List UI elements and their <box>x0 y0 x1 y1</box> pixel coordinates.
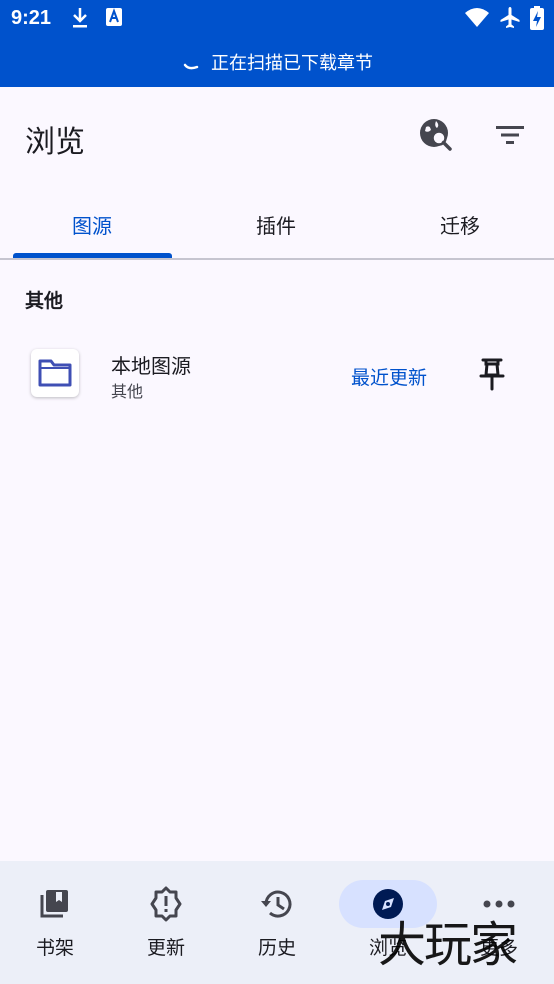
download-icon <box>70 6 90 34</box>
tab-row: 图源 插件 迁移 <box>0 190 554 260</box>
airplane-mode-icon <box>498 6 522 34</box>
tab-sources[interactable]: 图源 <box>0 190 184 258</box>
section-header: 其他 <box>25 290 64 312</box>
source-language: 其他 <box>111 382 144 401</box>
status-bar: 9:21 <box>0 0 554 37</box>
battery-charging-icon <box>530 6 544 34</box>
source-icon <box>31 349 79 397</box>
app-notification-icon <box>105 6 123 32</box>
library-icon <box>29 881 81 927</box>
updates-alert-icon <box>140 881 192 927</box>
tab-migrate[interactable]: 迁移 <box>368 190 552 258</box>
nav-library[interactable]: 书架 <box>0 861 110 984</box>
travel-explore-icon <box>420 119 452 151</box>
pin-icon <box>479 358 505 391</box>
status-time: 9:21 <box>11 7 52 29</box>
nav-label-updates: 更新 <box>146 937 185 959</box>
filter-list-icon <box>496 126 524 144</box>
folder-icon <box>38 359 72 387</box>
history-icon <box>251 881 303 927</box>
loading-spinner-icon <box>183 63 199 70</box>
nav-history[interactable]: 历史 <box>222 861 332 984</box>
nav-label-history: 历史 <box>257 937 296 959</box>
scanning-banner: 正在扫描已下载章节 <box>0 37 554 87</box>
top-app-bar: 浏览 <box>0 87 554 187</box>
pin-button[interactable] <box>478 357 506 395</box>
tab-extensions[interactable]: 插件 <box>184 190 368 258</box>
global-search-button[interactable] <box>416 115 456 155</box>
page-title: 浏览 <box>25 125 85 160</box>
watermark: 大玩家 <box>378 917 518 973</box>
nav-updates[interactable]: 更新 <box>111 861 221 984</box>
latest-button[interactable]: 最近更新 <box>351 363 427 390</box>
active-tab-indicator <box>13 253 172 258</box>
filter-button[interactable] <box>490 115 530 155</box>
wifi-icon <box>464 6 490 32</box>
source-name: 本地图源 <box>111 354 191 378</box>
source-row[interactable]: 本地图源 其他 最近更新 <box>0 340 554 410</box>
banner-text: 正在扫描已下载章节 <box>211 53 373 74</box>
nav-label-library: 书架 <box>35 937 74 959</box>
